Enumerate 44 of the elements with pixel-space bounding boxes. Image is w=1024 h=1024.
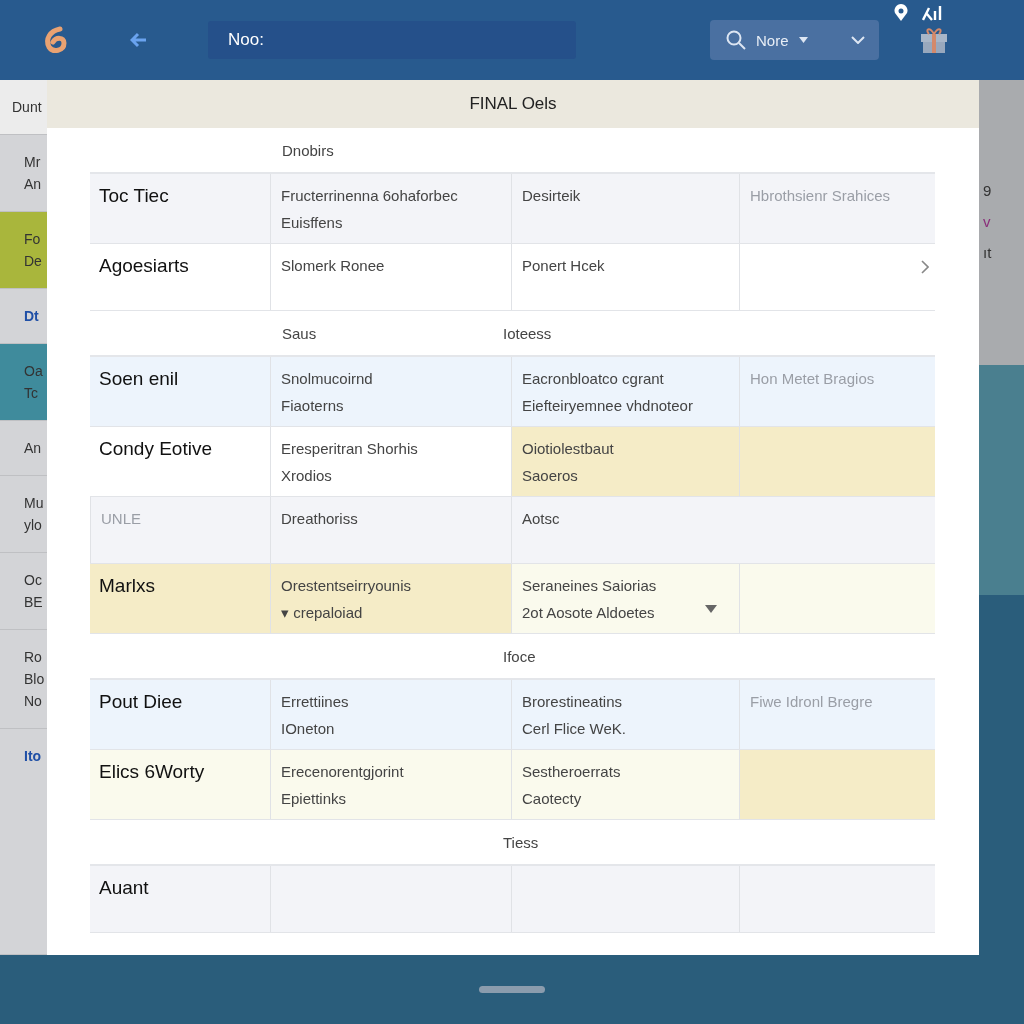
table-cell: Hon Metet Bragios (739, 357, 935, 426)
row-title-cell: Pout Diee (90, 680, 270, 749)
table-cell: Hbrothsienr Srahices (739, 174, 935, 243)
row-title-cell: Soen enil (90, 357, 270, 426)
sidebar-text: ıt (983, 244, 993, 261)
table-cell: Dreathoriss (270, 497, 511, 563)
search-icon (726, 30, 746, 50)
address-field[interactable]: Noo: (208, 21, 576, 59)
table-cell: Eacronbloatco cgrant Eiefteiryemnee vhdnoteor (511, 357, 739, 426)
location-pin-icon (892, 4, 910, 22)
table-cell: Brorestineatins Cerl Flice WeK. (511, 680, 739, 749)
dialog-title: FINAL Oels (47, 80, 979, 128)
chevron-down-icon (851, 36, 865, 44)
table-cell: Aotsc (511, 497, 935, 563)
table-cell: Sestheroerrats Caotecty (511, 750, 739, 819)
row-title-cell: Marlxs (90, 564, 270, 633)
sidebar-item[interactable]: Fo De (0, 212, 47, 289)
table-cell: Desirteik (511, 174, 739, 243)
row-title-cell: Auant (90, 866, 270, 932)
gift-icon[interactable] (919, 26, 949, 54)
back-arrow-icon[interactable] (130, 31, 148, 49)
search-dropdown[interactable]: Nore (710, 20, 879, 60)
row-title-cell: Toc Tiec (90, 174, 270, 243)
sidebar-text: 9 (983, 182, 993, 199)
chevron-right-icon[interactable] (921, 260, 929, 274)
table-cell: Erecenorentgjorint Epiettinks (270, 750, 511, 819)
table-cell: Fiwe Idronl Bregre (739, 680, 935, 749)
sidebar-item[interactable]: Dunt (0, 80, 47, 135)
sidebar-text: v (983, 213, 992, 230)
section-heading: Ioteess (503, 324, 553, 342)
table-cell: Fructerrinenna 6ohaforbec Euisffens (270, 174, 511, 243)
row-title-cell: Elics 6Worty (90, 750, 270, 819)
table-cell: Oiotiolestbaut Saoeros (511, 427, 739, 496)
caret-icon (798, 37, 808, 43)
table-cell: Orestentseirryounis ▾ crepaloiad (270, 564, 511, 633)
table-cell: Snolmucoirnd Fiaoterns (270, 357, 511, 426)
section-heading: Dnobirs (281, 141, 335, 159)
table-cell: UNLE (90, 497, 270, 563)
table-cell: Seraneines Saiorias 2ot Aosote Aldoetes (511, 564, 739, 633)
table-cell: Errettiines IOneton (270, 680, 511, 749)
signal-icon (922, 5, 942, 21)
section-heading: Ifoce (503, 647, 537, 665)
section-heading: Tiess (503, 833, 540, 851)
caret-icon[interactable] (705, 605, 717, 613)
